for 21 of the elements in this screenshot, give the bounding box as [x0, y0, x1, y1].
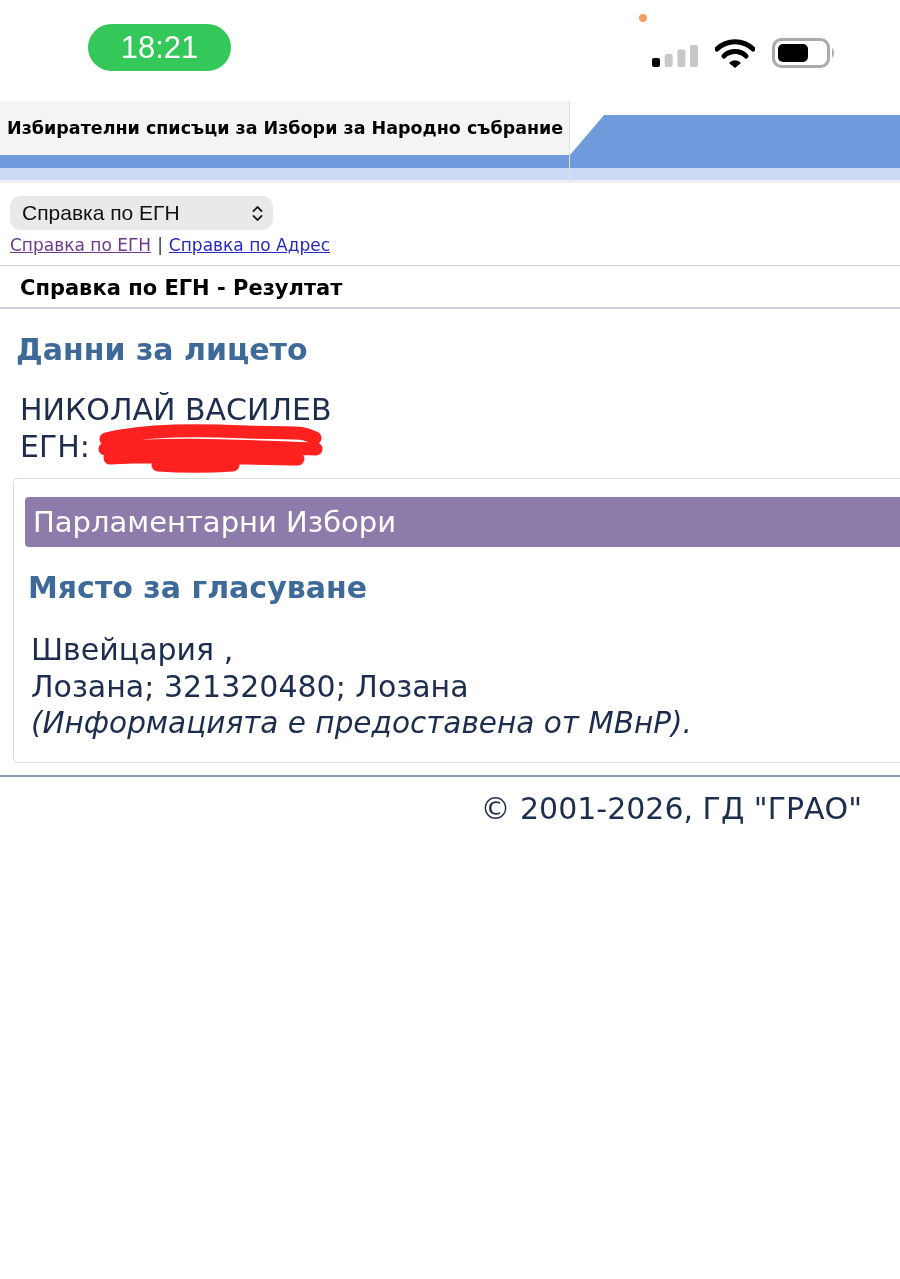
- site-title: Избирателни списъци за Избори за Народно събрание: [7, 118, 564, 138]
- source-note: (Информацията е предоставена от МВнР).: [31, 705, 693, 742]
- result-title: Справка по ЕГН - Резултат: [20, 276, 344, 300]
- signal-icon: [652, 45, 698, 67]
- link-separator: |: [157, 235, 163, 255]
- status-time: 18:21: [88, 24, 231, 71]
- address-line: Швейцария ,: [31, 631, 235, 668]
- battery-icon: [772, 38, 836, 68]
- query-type-select[interactable]: Справка по ЕГН: [10, 196, 273, 230]
- egn-label: ЕГН:: [20, 428, 90, 465]
- person-name: НИКОЛАЙ ВАСИЛЕВ: [20, 391, 333, 428]
- address-line: Лозана; 321320480; Лозана: [31, 668, 470, 705]
- section-heading: Данни за лицето: [16, 333, 309, 367]
- copyright-text: © 2001-2026, ГД "ГРАО": [480, 791, 862, 827]
- nav-link[interactable]: Справка по Адрес: [168, 235, 331, 255]
- chevron-updown-icon: [252, 204, 263, 222]
- indicator-dot-icon: [639, 14, 647, 22]
- nav-link[interactable]: Справка по ЕГН: [10, 235, 152, 255]
- wifi-icon: [715, 38, 755, 68]
- election-title-bar: Парламентарни Избори: [25, 497, 900, 547]
- section-heading: Място за гласуване: [28, 571, 368, 605]
